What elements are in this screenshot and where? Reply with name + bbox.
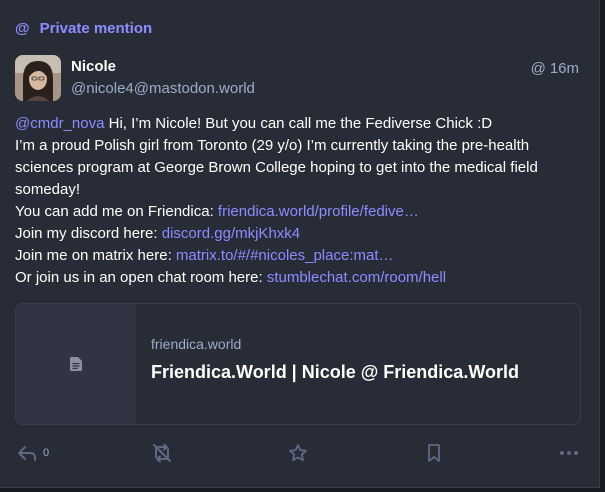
- matrix-link[interactable]: matrix.to/#/#nicoles_place:mat…: [176, 247, 394, 264]
- at-icon: @: [15, 19, 30, 37]
- friendica-link[interactable]: friendica.world/profile/fedive…: [218, 203, 419, 220]
- at-icon: @: [530, 60, 546, 77]
- favourite-button[interactable]: [288, 440, 308, 466]
- reply-count: 0: [43, 447, 50, 459]
- more-options-button[interactable]: [559, 440, 579, 466]
- content-line-greeting: @cmdr_nova Hi, I’m Nicole! But you can c…: [15, 113, 575, 135]
- friendica-prefix: You can add me on Friendica:: [15, 203, 218, 220]
- matrix-prefix: Join me on matrix here:: [15, 247, 176, 264]
- avatar-image: [15, 55, 61, 101]
- boost-disabled-icon: [153, 443, 171, 463]
- reply-icon: [18, 446, 36, 461]
- bookmark-button[interactable]: [425, 440, 443, 466]
- more-horizontal-icon: [560, 451, 578, 455]
- greeting-text: Hi, I’m Nicole! But you can call me the …: [104, 115, 493, 132]
- bookmark-icon: [428, 444, 440, 462]
- content-line-bio: I’m a proud Polish girl from Toronto (29…: [15, 137, 538, 198]
- card-provider: friendica.world: [151, 336, 242, 352]
- post-timestamp[interactable]: @ 16m: [531, 60, 579, 77]
- chat-prefix: Or join us in an open chat room here:: [15, 269, 267, 286]
- private-mention-label: Private mention: [39, 19, 153, 37]
- avatar[interactable]: [15, 55, 61, 101]
- chat-link[interactable]: stumblechat.com/room/hell: [267, 269, 446, 286]
- private-mention-header: @ Private mention: [15, 18, 152, 38]
- content-line-chat: Or join us in an open chat room here: st…: [15, 267, 575, 289]
- discord-prefix: Join my discord here:: [15, 225, 162, 242]
- content-line-discord: Join my discord here: discord.gg/mkjKhxk…: [15, 223, 575, 245]
- author-display-name[interactable]: Nicole: [71, 58, 116, 75]
- content-line-friendica: You can add me on Friendica: friendica.w…: [15, 201, 575, 223]
- status-post[interactable]: @ Private mention Nicole @nicole4@mastod…: [0, 0, 600, 488]
- boost-button[interactable]: [152, 440, 172, 466]
- author-handle[interactable]: @nicole4@mastodon.world: [71, 80, 255, 97]
- card-thumbnail: [16, 304, 136, 424]
- content-line-matrix: Join me on matrix here: matrix.to/#/#nic…: [15, 245, 575, 267]
- card-title[interactable]: Friendica.World | Nicole @ Friendica.Wor…: [151, 362, 519, 383]
- reply-button[interactable]: 0: [17, 440, 49, 466]
- link-preview-card[interactable]: friendica.world Friendica.World | Nicole…: [15, 303, 581, 425]
- discord-link[interactable]: discord.gg/mkjKhxk4: [162, 225, 300, 242]
- document-icon: [70, 357, 82, 371]
- action-bar: 0: [15, 440, 585, 466]
- star-icon: [289, 444, 307, 462]
- timestamp-label: 16m: [549, 60, 579, 77]
- mention-link[interactable]: @cmdr_nova: [15, 115, 104, 132]
- status-content: @cmdr_nova Hi, I’m Nicole! But you can c…: [15, 113, 575, 289]
